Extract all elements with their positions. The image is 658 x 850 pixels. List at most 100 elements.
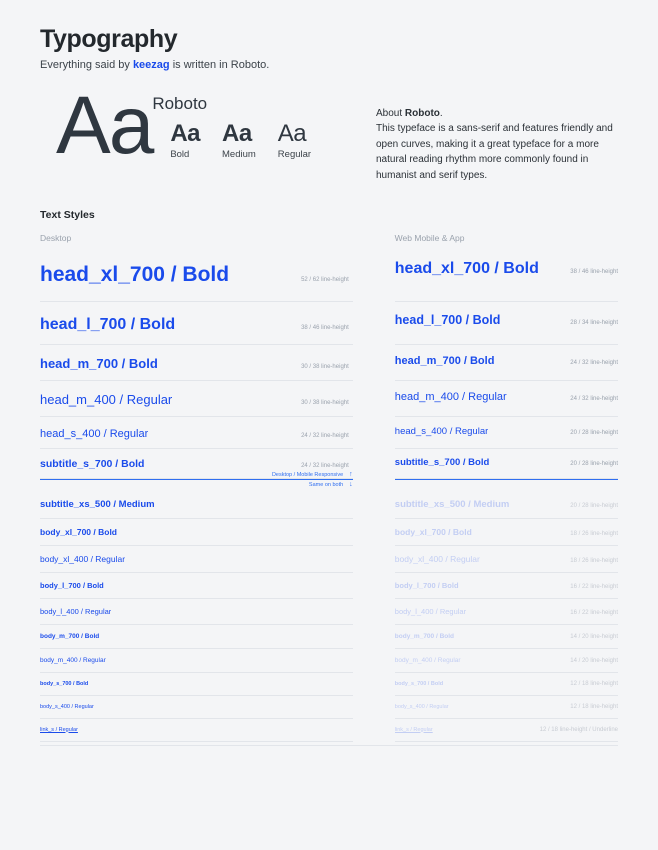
- style-sample-right: head_s_400 / Regular: [394, 425, 489, 437]
- style-cell-right: head_xl_700 / Bold 38 / 46 line-height: [394, 249, 618, 302]
- style-cell-left: body_s_700 / Bold: [40, 676, 353, 696]
- brand-link[interactable]: keezag: [133, 59, 170, 71]
- style-cell-right: head_l_700 / Bold 28 / 34 line-height: [394, 305, 618, 345]
- weight-glyph-bold: Aa: [170, 119, 200, 147]
- style-sample-right: body_s_700 / Bold: [394, 680, 444, 687]
- style-cell-left: body_m_700 / Bold: [40, 628, 353, 649]
- style-meta-left: 30 / 38 line-height: [301, 364, 349, 371]
- font-weights-block: Roboto Aa Bold Aa Medium Aa Regular: [152, 94, 311, 161]
- style-meta-right: 18 / 26 line-height: [570, 530, 618, 537]
- style-cell-left: subtitle_xs_500 / Medium: [40, 494, 353, 519]
- style-sample-right: head_m_700 / Bold: [394, 354, 495, 367]
- style-sample-left: head_s_400 / Regular: [40, 427, 149, 440]
- column-header-right-wrap: Web Mobile & App: [395, 228, 618, 246]
- text-styles-section: Text Styles Desktop Web Mobile & App hea…: [40, 209, 618, 746]
- table-row: head_l_700 / Bold 38 / 46 line-height head…: [40, 305, 618, 345]
- style-sample-left: body_m_700 / Bold: [40, 632, 100, 640]
- weight-label-regular: Regular: [277, 149, 312, 161]
- style-cell-right: subtitle_xs_500 / Medium 20 / 28 line-hei…: [394, 494, 618, 519]
- weight-glyph-medium: Aa: [222, 119, 252, 147]
- page-subtitle: Everything said by keezag is written in …: [40, 58, 618, 72]
- style-sample-left: body_l_400 / Regular: [40, 606, 112, 616]
- table-row: body_xl_400 / Regular body_xl_400 / Regul…: [40, 549, 618, 573]
- typography-style-guide-page: Typography Everything said by keezag is …: [0, 0, 658, 850]
- style-meta-right: 28 / 34 line-height: [570, 319, 618, 326]
- style-cell-left: head_m_400 / Regular 30 / 38 line-height: [40, 384, 353, 418]
- style-cell-right: subtitle_s_700 / Bold 20 / 28 line-height: [394, 452, 618, 480]
- style-meta-right: 14 / 20 line-height: [570, 657, 618, 664]
- style-meta-left: 52 / 62 line-height: [301, 276, 349, 283]
- style-sample-left: subtitle_s_700 / Bold: [40, 458, 145, 471]
- style-cell-left: body_l_400 / Regular: [40, 602, 353, 625]
- font-specimen-section: Aa Roboto Aa Bold Aa Medium Aa Regular A…: [40, 84, 618, 184]
- page-title: Typography: [40, 25, 178, 53]
- style-cell-left: body_l_700 / Bold: [40, 576, 353, 599]
- about-font-block: About Roboto. This typeface is a sans-se…: [376, 94, 616, 184]
- style-cell-left: head_m_700 / Bold 30 / 38 line-height: [40, 348, 353, 382]
- style-sample-left: subtitle_xs_500 / Medium: [40, 499, 155, 511]
- style-cell-left: body_xl_700 / Bold: [40, 522, 353, 546]
- weight-label-medium: Medium: [222, 149, 256, 161]
- page-header: Typography Everything said by keezag is …: [40, 0, 618, 72]
- divider-rule: [40, 479, 353, 481]
- style-meta-right: 20 / 28 line-height: [570, 503, 618, 510]
- style-cell-left: head_l_700 / Bold 38 / 46 line-height: [40, 305, 353, 345]
- column-headers: Desktop Web Mobile & App: [40, 228, 618, 246]
- style-sample-right: link_s / Regular: [394, 726, 433, 733]
- column-header-left-wrap: Desktop: [40, 228, 353, 246]
- style-meta-left: [343, 585, 349, 588]
- style-sample-right: body_m_700 / Bold: [394, 632, 455, 640]
- font-weights-list: Aa Bold Aa Medium Aa Regular: [170, 120, 311, 161]
- weight-label-bold: Bold: [170, 149, 190, 161]
- style-cell-left: link_s / Regular: [40, 722, 353, 742]
- font-family-name: Roboto: [152, 93, 208, 113]
- style-meta-left: 24 / 32 line-height: [301, 432, 349, 439]
- style-cell-right: body_m_700 / Bold 14 / 20 line-height: [394, 628, 618, 649]
- style-meta-right: 14 / 20 line-height: [570, 633, 618, 640]
- table-row: head_m_400 / Regular 30 / 38 line-height h…: [40, 384, 618, 418]
- style-sample-right: body_s_400 / Regular: [394, 703, 449, 710]
- table-row: body_l_700 / Bold body_l_700 / Bold 16 / 2…: [40, 576, 618, 599]
- divider-note-above: Desktop / Mobile Responsive ↑: [272, 471, 353, 478]
- style-sample-right: head_m_400 / Regular: [394, 391, 507, 404]
- large-aa-specimen: Aa: [56, 79, 154, 171]
- style-cell-right: head_m_700 / Bold 24 / 32 line-height: [394, 348, 618, 382]
- style-sample-right: subtitle_s_700 / Bold: [394, 456, 490, 468]
- about-body: This typeface is a sans-serif and featur…: [376, 123, 613, 181]
- text-styles-table: head_xl_700 / Bold 52 / 62 line-height hea…: [40, 249, 618, 742]
- style-meta-left: [343, 635, 349, 638]
- style-meta-left: [343, 728, 349, 731]
- style-cell-right: body_l_400 / Regular 16 / 22 line-height: [394, 602, 618, 625]
- style-meta-left: [343, 611, 349, 614]
- style-cell-right: body_m_400 / Regular 14 / 20 line-height: [394, 652, 618, 673]
- table-row: head_xl_700 / Bold 52 / 62 line-height hea…: [40, 249, 618, 302]
- style-meta-left: 30 / 38 line-height: [301, 400, 349, 407]
- about-lead: About: [376, 107, 405, 119]
- table-row: body_s_700 / Bold body_s_700 / Bold 12 / 1…: [40, 676, 618, 696]
- about-font-name: Roboto: [404, 107, 440, 119]
- style-sample-right: body_xl_700 / Bold: [394, 526, 472, 537]
- style-sample-left: body_s_400 / Regular: [40, 703, 94, 710]
- style-meta-right: 12 / 18 line-height: [570, 680, 618, 687]
- divider-note-below: Same on both ↓: [309, 481, 353, 488]
- weight-sample-medium: Aa Medium: [222, 120, 256, 161]
- table-row: head_s_400 / Regular 24 / 32 line-height h…: [40, 420, 618, 449]
- style-sample-left: head_l_700 / Bold: [40, 315, 176, 333]
- arrow-up-icon: ↑: [349, 471, 353, 479]
- column-header-desktop: Desktop: [40, 233, 72, 244]
- weight-glyph-regular: Aa: [277, 119, 307, 147]
- style-sample-left: head_xl_700 / Bold: [40, 262, 230, 286]
- weight-sample-bold: Aa Bold: [170, 120, 200, 161]
- style-cell-right: head_m_400 / Regular 24 / 32 line-height: [394, 384, 618, 418]
- table-row: body_l_400 / Regular body_l_400 / Regular…: [40, 602, 618, 625]
- font-specimen-left: Aa Roboto Aa Bold Aa Medium Aa Regular: [40, 84, 376, 184]
- about-lead-end: .: [439, 107, 443, 119]
- style-sample-right: body_l_700 / Bold: [394, 580, 459, 590]
- table-bottom-rule: [40, 744, 618, 746]
- style-meta-right: 12 / 18 line-height / Underline: [539, 726, 618, 733]
- style-meta-left: [343, 705, 349, 708]
- style-sample-right: body_xl_400 / Regular: [394, 553, 480, 564]
- style-meta-left: [343, 659, 349, 662]
- style-meta-right: 20 / 28 line-height: [570, 460, 618, 467]
- divider-rule: [394, 479, 618, 481]
